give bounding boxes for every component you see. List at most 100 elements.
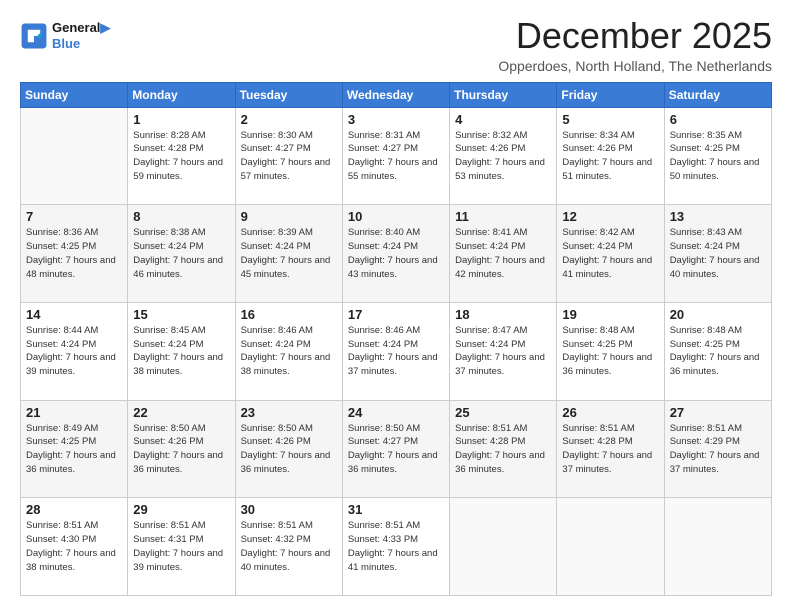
table-row: 5Sunrise: 8:34 AM Sunset: 4:26 PM Daylig… (557, 107, 664, 205)
day-info: Sunrise: 8:31 AM Sunset: 4:27 PM Dayligh… (348, 129, 444, 184)
title-block: December 2025 Opperdoes, North Holland, … (498, 16, 772, 74)
day-number: 24 (348, 405, 444, 420)
table-row: 30 Sunrise: 8:51 AM Sunset: 4:32 PM Dayli… (235, 498, 342, 596)
table-row: 12 Sunrise: 8:42 AM Sunset: 4:24 PM Dayli… (557, 205, 664, 303)
day-info: Sunrise: 8:51 AM Sunset: 4:29 PM Dayligh… (670, 422, 766, 477)
day-info: Sunrise: 8:34 AM Sunset: 4:26 PM Dayligh… (562, 129, 658, 184)
day-number: 3 (348, 112, 444, 127)
day-number: 1 (133, 112, 229, 127)
day-info: Sunrise: 8:28 AM Sunset: 4:28 PM Dayligh… (133, 129, 229, 184)
table-row: 22 Sunrise: 8:50 AM Sunset: 4:26 PM Dayli… (128, 400, 235, 498)
col-monday: Monday (128, 82, 235, 107)
table-row: 20 Sunrise: 8:48 AM Sunset: 4:25 PM Dayli… (664, 302, 771, 400)
table-row: 16Sunrise: 8:46 AM Sunset: 4:24 PM Dayli… (235, 302, 342, 400)
day-info: Sunrise: 8:50 AM Sunset: 4:26 PM Dayligh… (133, 422, 229, 477)
table-row: 21 Sunrise: 8:49 AM Sunset: 4:25 PM Dayli… (21, 400, 128, 498)
table-row: 2Sunrise: 8:30 AM Sunset: 4:27 PM Daylig… (235, 107, 342, 205)
day-number: 16 (241, 307, 337, 322)
table-row (557, 498, 664, 596)
day-number: 7 (26, 209, 122, 224)
day-number: 22 (133, 405, 229, 420)
page: General▶ Blue December 2025 Opperdoes, N… (0, 0, 792, 612)
table-row: 6Sunrise: 8:35 AM Sunset: 4:25 PM Daylig… (664, 107, 771, 205)
header: General▶ Blue December 2025 Opperdoes, N… (20, 16, 772, 74)
table-row: 11 Sunrise: 8:41 AM Sunset: 4:24 PM Dayli… (450, 205, 557, 303)
day-info: Sunrise: 8:50 AM Sunset: 4:27 PM Dayligh… (348, 422, 444, 477)
table-row: 27 Sunrise: 8:51 AM Sunset: 4:29 PM Dayli… (664, 400, 771, 498)
day-number: 15 (133, 307, 229, 322)
day-number: 31 (348, 502, 444, 517)
day-info: Sunrise: 8:32 AM Sunset: 4:26 PM Dayligh… (455, 129, 551, 184)
day-number: 19 (562, 307, 658, 322)
col-sunday: Sunday (21, 82, 128, 107)
day-info: Sunrise: 8:51 AM Sunset: 4:30 PM Dayligh… (26, 519, 122, 574)
table-row: 26 Sunrise: 8:51 AM Sunset: 4:28 PM Dayli… (557, 400, 664, 498)
day-info: Sunrise: 8:48 AM Sunset: 4:25 PM Dayligh… (562, 324, 658, 379)
table-row: 15Sunrise: 8:45 AM Sunset: 4:24 PM Dayli… (128, 302, 235, 400)
table-row: 13 Sunrise: 8:43 AM Sunset: 4:24 PM Dayli… (664, 205, 771, 303)
col-thursday: Thursday (450, 82, 557, 107)
table-row: 28 Sunrise: 8:51 AM Sunset: 4:30 PM Dayli… (21, 498, 128, 596)
day-info: Sunrise: 8:36 AM Sunset: 4:25 PM Dayligh… (26, 226, 122, 281)
table-row: 14 Sunrise: 8:44 AM Sunset: 4:24 PM Dayli… (21, 302, 128, 400)
table-row (664, 498, 771, 596)
table-row: 7 Sunrise: 8:36 AM Sunset: 4:25 PM Daylig… (21, 205, 128, 303)
table-row: 9 Sunrise: 8:39 AM Sunset: 4:24 PM Daylig… (235, 205, 342, 303)
day-number: 27 (670, 405, 766, 420)
day-number: 13 (670, 209, 766, 224)
day-number: 20 (670, 307, 766, 322)
day-info: Sunrise: 8:51 AM Sunset: 4:28 PM Dayligh… (455, 422, 551, 477)
day-number: 30 (241, 502, 337, 517)
day-info: Sunrise: 8:39 AM Sunset: 4:24 PM Dayligh… (241, 226, 337, 281)
day-number: 26 (562, 405, 658, 420)
day-number: 6 (670, 112, 766, 127)
logo: General▶ Blue (20, 20, 110, 51)
day-info: Sunrise: 8:43 AM Sunset: 4:24 PM Dayligh… (670, 226, 766, 281)
day-info: Sunrise: 8:51 AM Sunset: 4:32 PM Dayligh… (241, 519, 337, 574)
day-info: Sunrise: 8:40 AM Sunset: 4:24 PM Dayligh… (348, 226, 444, 281)
day-number: 29 (133, 502, 229, 517)
day-number: 18 (455, 307, 551, 322)
table-row: 3 Sunrise: 8:31 AM Sunset: 4:27 PM Daylig… (342, 107, 449, 205)
table-row (21, 107, 128, 205)
table-row: 29 Sunrise: 8:51 AM Sunset: 4:31 PM Dayli… (128, 498, 235, 596)
day-info: Sunrise: 8:44 AM Sunset: 4:24 PM Dayligh… (26, 324, 122, 379)
header-row: Sunday Monday Tuesday Wednesday Thursday… (21, 82, 772, 107)
day-info: Sunrise: 8:51 AM Sunset: 4:31 PM Dayligh… (133, 519, 229, 574)
col-tuesday: Tuesday (235, 82, 342, 107)
day-info: Sunrise: 8:48 AM Sunset: 4:25 PM Dayligh… (670, 324, 766, 379)
table-row: 8Sunrise: 8:38 AM Sunset: 4:24 PM Daylig… (128, 205, 235, 303)
day-number: 21 (26, 405, 122, 420)
table-row: 1 Sunrise: 8:28 AM Sunset: 4:28 PM Daylig… (128, 107, 235, 205)
day-number: 17 (348, 307, 444, 322)
day-info: Sunrise: 8:42 AM Sunset: 4:24 PM Dayligh… (562, 226, 658, 281)
day-number: 28 (26, 502, 122, 517)
day-number: 2 (241, 112, 337, 127)
day-number: 10 (348, 209, 444, 224)
day-number: 4 (455, 112, 551, 127)
logo-icon (20, 22, 48, 50)
day-info: Sunrise: 8:51 AM Sunset: 4:28 PM Dayligh… (562, 422, 658, 477)
day-info: Sunrise: 8:41 AM Sunset: 4:24 PM Dayligh… (455, 226, 551, 281)
day-number: 12 (562, 209, 658, 224)
table-row (450, 498, 557, 596)
table-row: 24 Sunrise: 8:50 AM Sunset: 4:27 PM Dayli… (342, 400, 449, 498)
day-number: 9 (241, 209, 337, 224)
col-saturday: Saturday (664, 82, 771, 107)
month-title: December 2025 (498, 16, 772, 56)
day-info: Sunrise: 8:46 AM Sunset: 4:24 PM Dayligh… (348, 324, 444, 379)
table-row: 10 Sunrise: 8:40 AM Sunset: 4:24 PM Dayli… (342, 205, 449, 303)
calendar: Sunday Monday Tuesday Wednesday Thursday… (20, 82, 772, 596)
logo-text: General▶ Blue (52, 20, 110, 51)
day-info: Sunrise: 8:47 AM Sunset: 4:24 PM Dayligh… (455, 324, 551, 379)
location: Opperdoes, North Holland, The Netherland… (498, 58, 772, 74)
table-row: 23Sunrise: 8:50 AM Sunset: 4:26 PM Dayli… (235, 400, 342, 498)
col-wednesday: Wednesday (342, 82, 449, 107)
table-row: 18 Sunrise: 8:47 AM Sunset: 4:24 PM Dayli… (450, 302, 557, 400)
day-info: Sunrise: 8:49 AM Sunset: 4:25 PM Dayligh… (26, 422, 122, 477)
day-number: 11 (455, 209, 551, 224)
table-row: 31Sunrise: 8:51 AM Sunset: 4:33 PM Dayli… (342, 498, 449, 596)
table-row: 25Sunrise: 8:51 AM Sunset: 4:28 PM Dayli… (450, 400, 557, 498)
day-info: Sunrise: 8:50 AM Sunset: 4:26 PM Dayligh… (241, 422, 337, 477)
day-number: 14 (26, 307, 122, 322)
